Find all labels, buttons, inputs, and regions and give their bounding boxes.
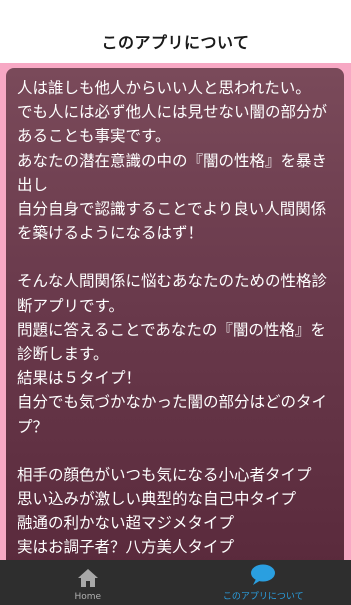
app-screen: このアプリについて 人は誰しも他人からいい人と思われたい。 でも人には必ず他人に… <box>0 0 351 605</box>
text-line: を築けるようになるはず！ <box>17 224 204 243</box>
tab-home-label: Home <box>74 592 102 602</box>
text-line: 出し <box>17 175 49 194</box>
text-line: あなたの潜在意識の中の『闇の性格』を暴き <box>17 151 328 170</box>
text-line: 融通の利かない超マジメタイプ <box>17 514 235 533</box>
about-card[interactable]: 人は誰しも他人からいい人と思われたい。 でも人には必ず他人には見せない闇の部分が… <box>6 68 344 568</box>
text-line: 問題に答えることであなたの『闇の性格』を <box>17 320 326 339</box>
tab-about-label: このアプリについて <box>222 592 304 602</box>
app-header: このアプリについて <box>0 0 351 63</box>
text-line: プ？ <box>17 417 49 436</box>
text-line: そんな人間関係に悩むあなたのための性格診 <box>17 272 328 291</box>
tab-home[interactable]: Home <box>0 560 176 605</box>
text-line: 人は誰しも他人からいい人と思われたい。 <box>17 79 311 97</box>
tab-about[interactable]: このアプリについて <box>176 560 351 605</box>
text-line: 思い込みが激しい典型的な自己中タイプ <box>17 490 297 509</box>
home-icon <box>75 566 101 590</box>
paragraph-intro: 人は誰しも他人からいい人と思われたい。 でも人には必ず他人には見せない闇の部分が… <box>17 76 334 245</box>
text-line: 実はお調子者？八方美人タイプ <box>17 538 235 557</box>
text-line: 断アプリです。 <box>17 296 124 315</box>
text-line: 相手の顔色がいつも気になる小心者タイプ <box>17 465 312 484</box>
text-line: 自分でも気づかなかった闇の部分はどのタイ <box>17 393 328 412</box>
paragraph-types: 相手の顔色がいつも気になる小心者タイプ 思い込みが激しい典型的な自己中タイプ 融… <box>17 463 334 560</box>
paragraph-purpose: そんな人間関係に悩むあなたのための性格診 断アプリです。 問題に答えることであな… <box>17 269 334 438</box>
text-line: 診断します。 <box>17 345 109 364</box>
text-line: でも人には必ず他人には見せない闇の部分が <box>17 103 328 122</box>
text-line: あることも事実です。 <box>17 127 171 146</box>
bottom-tab-bar: Home このアプリについて <box>0 560 351 605</box>
page-title: このアプリについて <box>101 33 250 52</box>
text-line: 結果は５タイプ！ <box>17 369 142 388</box>
text-line: 自分自身で認識することでより良い人間関係 <box>17 200 327 219</box>
speech-bubble-icon <box>250 563 276 587</box>
